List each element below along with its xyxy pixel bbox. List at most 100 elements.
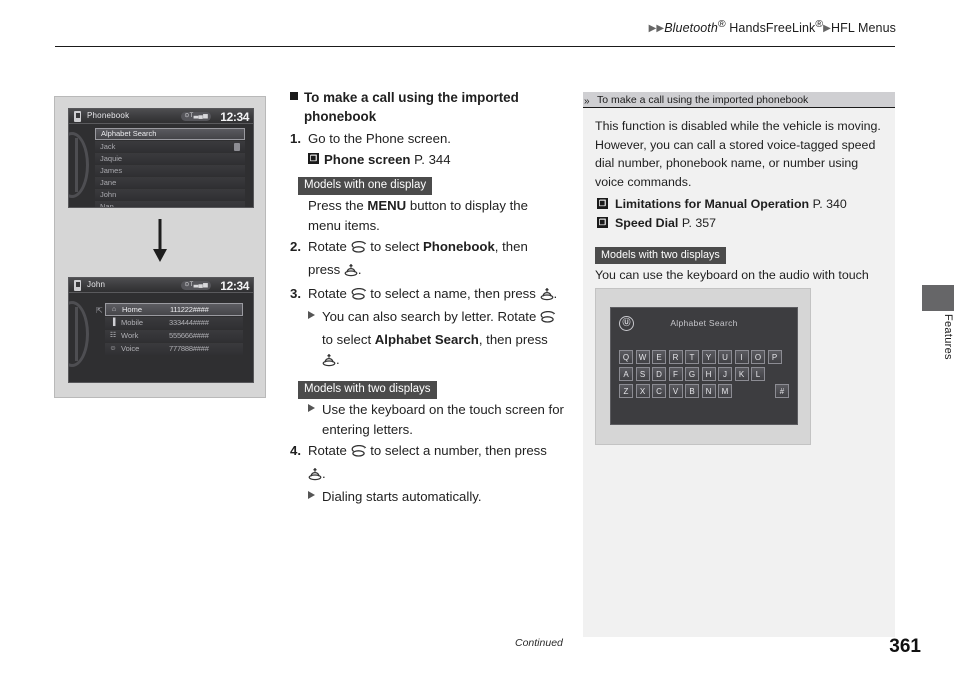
- contact-type-label: Work: [121, 331, 139, 340]
- note-line1: Use the keyboard on the touch screen for: [322, 402, 564, 417]
- step-text-mid: to select a number, then press: [366, 443, 547, 458]
- key-z[interactable]: Z: [619, 384, 633, 398]
- key-l[interactable]: L: [751, 367, 765, 381]
- key-q[interactable]: Q: [619, 350, 633, 364]
- page-number: 361: [889, 636, 921, 657]
- phonebook-menu-label: Phonebook: [422, 239, 495, 254]
- menu-instruction-post: button to display the: [406, 198, 528, 213]
- list-item[interactable]: James: [95, 165, 245, 176]
- reference-arrow-icon: ❐: [597, 198, 608, 210]
- step-1: 1. Go to the Phone screen.: [290, 129, 572, 149]
- list-item-label: John: [100, 190, 117, 199]
- key-y[interactable]: Y: [701, 350, 716, 364]
- note-line2: entering letters.: [322, 422, 413, 437]
- mobile-icon: ▐: [110, 319, 116, 326]
- menu-instruction-pre: Press the: [308, 198, 368, 213]
- signal-strength-icon: ⊙T▃▄▅: [181, 111, 211, 121]
- reference-arrow-icon: ❐: [308, 153, 319, 164]
- list-item[interactable]: ▐ Mobile 333444####: [105, 317, 243, 329]
- list-item-label: Jack: [100, 142, 116, 151]
- list-item[interactable]: ⇱ ⌂ Home 111222####: [96, 303, 243, 316]
- sidebar-reference-speed-dial[interactable]: ❐ Speed Dial P. 357: [595, 214, 883, 233]
- list-item-label: Alphabet Search: [101, 129, 157, 138]
- key-n[interactable]: N: [701, 384, 716, 398]
- key-v[interactable]: V: [668, 384, 683, 398]
- key-d[interactable]: D: [652, 367, 666, 381]
- breadcrumb-item-bluetooth: Bluetooth: [664, 21, 718, 36]
- key-f[interactable]: F: [668, 367, 683, 381]
- list-item[interactable]: John: [95, 189, 245, 200]
- double-chevron-icon: »: [584, 96, 589, 107]
- alphabet-search-label: Alphabet Search: [374, 332, 479, 347]
- home-icon: ⌂: [111, 306, 117, 313]
- key-x[interactable]: X: [635, 384, 650, 398]
- contact-type-label: Home: [122, 305, 143, 314]
- key-g[interactable]: G: [685, 367, 699, 381]
- work-icon: ☷: [109, 332, 117, 339]
- step-number: 4.: [290, 443, 301, 458]
- key-i[interactable]: I: [734, 350, 749, 364]
- list-item[interactable]: Jane: [95, 177, 245, 188]
- step-number: 1.: [290, 131, 301, 146]
- contact-type-label: Mobile: [121, 318, 144, 327]
- key-p[interactable]: P: [767, 350, 782, 364]
- key-t[interactable]: T: [685, 350, 699, 364]
- sidebar-paragraph-1: This function is disabled while the vehi…: [595, 119, 881, 189]
- key-k[interactable]: K: [734, 367, 749, 381]
- breadcrumb-item-handsfreelink: HandsFreeLink: [729, 21, 816, 36]
- key-c[interactable]: C: [652, 384, 666, 398]
- list-item[interactable]: Jack: [95, 141, 245, 152]
- reference-page: P. 340: [812, 197, 847, 212]
- list-item[interactable]: ☷ Work 555666####: [105, 330, 243, 342]
- rotate-knob-icon: [351, 240, 367, 260]
- contact-number: 555666####: [169, 331, 209, 340]
- breadcrumb-item-hfl-menus: HFL Menus: [830, 21, 896, 36]
- key-s[interactable]: S: [635, 367, 650, 381]
- cross-reference-phone-screen[interactable]: ❐ Phone screen P. 344: [290, 150, 572, 169]
- list-item[interactable]: ☺ Voice 777888####: [105, 343, 243, 355]
- key-j[interactable]: J: [718, 367, 732, 381]
- press-knob-icon: [322, 353, 336, 373]
- badge-models-two-displays-sidebar: Models with two displays: [595, 247, 726, 265]
- sidebar-body: This function is disabled while the vehi…: [583, 108, 895, 304]
- keyboard-row-2: A S D F G H J K L: [619, 367, 789, 381]
- key-w[interactable]: W: [635, 350, 650, 364]
- key-r[interactable]: R: [668, 350, 683, 364]
- key-hash[interactable]: #: [775, 384, 789, 398]
- key-a[interactable]: A: [619, 367, 633, 381]
- key-e[interactable]: E: [652, 350, 666, 364]
- call-arrow-icon: ⇱: [96, 306, 103, 315]
- list-item[interactable]: Nan: [95, 201, 245, 207]
- note-line2-post: , then press: [478, 332, 548, 347]
- reference-label: Limitations for Manual Operation: [615, 197, 810, 212]
- contact-badge-icon: [234, 142, 240, 151]
- step-4: 4. Rotate to select a number, then press…: [290, 441, 572, 487]
- keyboard-rows: Q W E R T Y U I O P A S D F G H J K L Z …: [619, 350, 789, 401]
- key-m[interactable]: M: [718, 384, 732, 398]
- breadcrumb-arrow-2: ▶: [656, 23, 665, 35]
- key-u[interactable]: U: [718, 350, 732, 364]
- note-touch-keyboard: Use the keyboard on the touch screen for…: [290, 400, 572, 440]
- reference-label: Speed Dial: [615, 216, 679, 231]
- step-number: 2.: [290, 239, 301, 254]
- key-h[interactable]: H: [701, 367, 716, 381]
- key-b[interactable]: B: [685, 384, 699, 398]
- phone-icon-2: [74, 280, 81, 291]
- step-text-pre: Rotate: [308, 443, 351, 458]
- list-item[interactable]: Alphabet Search: [95, 128, 245, 140]
- dial-graphic-icon-2: [69, 301, 89, 367]
- step-3: 3. Rotate to select a name, then press .: [290, 284, 572, 307]
- page-title: To make a call using the imported phoneb…: [290, 88, 572, 126]
- keyboard-title: Alphabet Search: [670, 318, 738, 328]
- triangle-bullet-icon: [308, 311, 315, 319]
- key-o[interactable]: O: [751, 350, 765, 364]
- nav-screen-body: Alphabet Search Jack Jaquie James Jane J…: [69, 124, 253, 207]
- voice-icon: ☺: [109, 345, 117, 352]
- list-item-label: Jane: [100, 178, 117, 187]
- nav-screen-title: Phonebook: [87, 111, 130, 120]
- contact-number: 777888####: [169, 344, 209, 353]
- note-line3: .: [336, 352, 340, 367]
- list-item[interactable]: Jaquie: [95, 153, 245, 164]
- step-text-post: .: [553, 286, 558, 301]
- sidebar-reference-limitations[interactable]: ❐ Limitations for Manual Operation P. 34…: [595, 195, 883, 214]
